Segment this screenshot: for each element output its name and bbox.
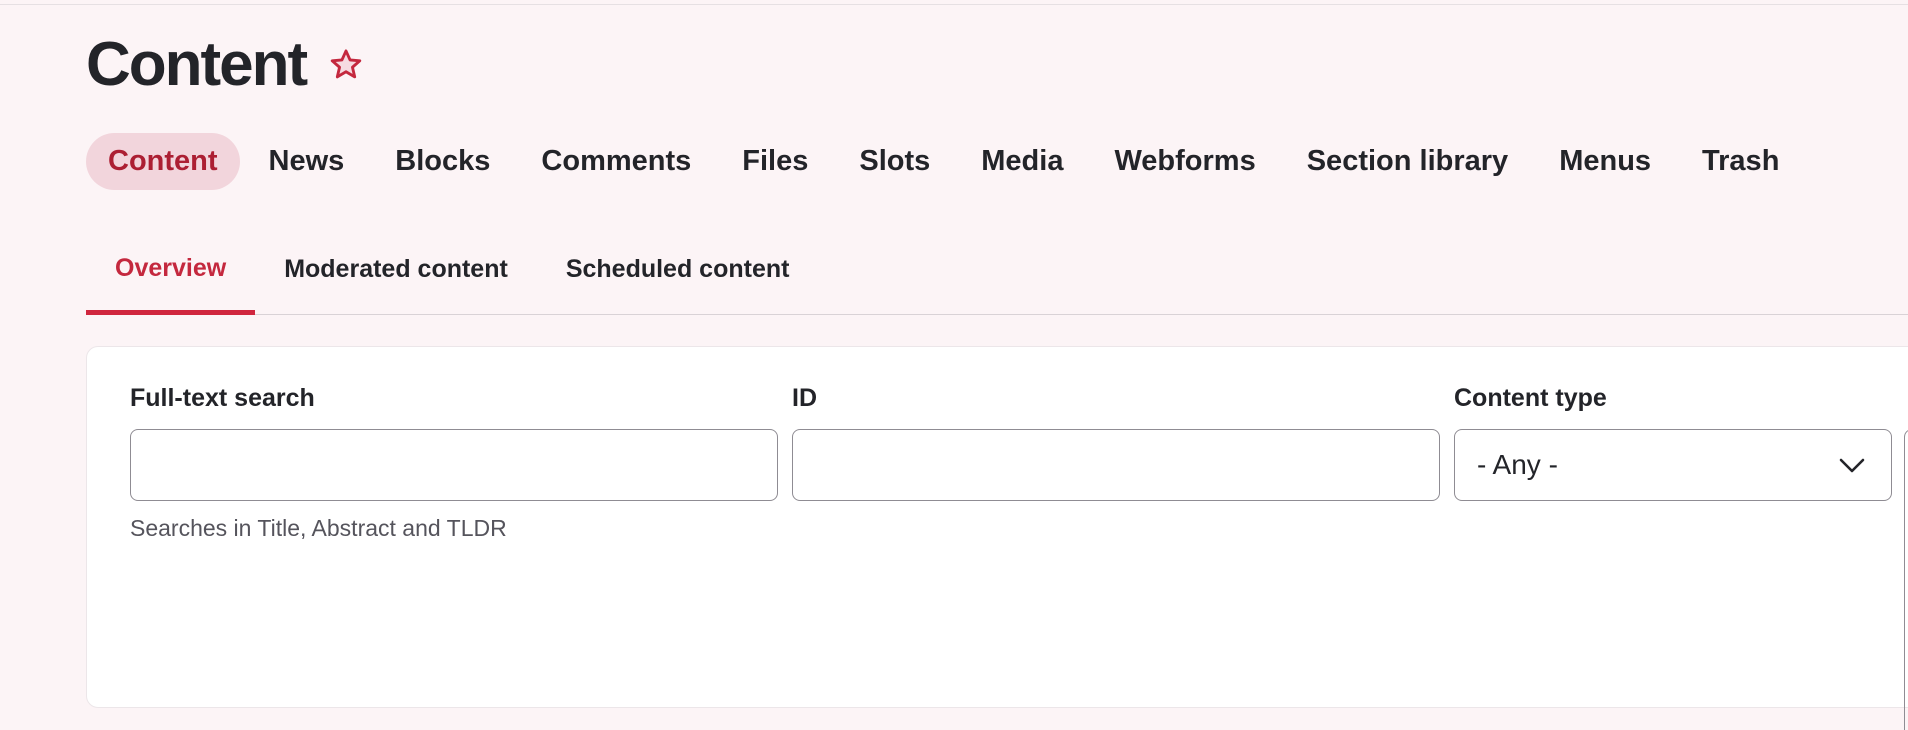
secondary-tabs: Overview Moderated content Scheduled con… (86, 238, 1908, 315)
tab-news[interactable]: News (247, 133, 367, 190)
subtab-overview[interactable]: Overview (86, 238, 256, 315)
tab-menus[interactable]: Menus (1537, 133, 1673, 190)
chevron-down-icon (1839, 449, 1865, 481)
tab-slots[interactable]: Slots (837, 133, 952, 190)
subtab-scheduled-content[interactable]: Scheduled content (537, 238, 819, 300)
content-type-label: Content type (1454, 384, 1607, 412)
fulltext-search-label: Full-text search (130, 384, 315, 412)
tab-webforms[interactable]: Webforms (1092, 133, 1277, 190)
tab-media[interactable]: Media (959, 133, 1085, 190)
id-input[interactable] (792, 429, 1440, 501)
tab-blocks[interactable]: Blocks (373, 133, 512, 190)
content-type-select[interactable]: - Any - (1454, 429, 1892, 501)
page-header: Content (86, 30, 366, 100)
next-filter-input-partial[interactable] (1904, 429, 1908, 730)
tab-files[interactable]: Files (720, 133, 830, 190)
tab-content[interactable]: Content (86, 133, 240, 190)
tab-comments[interactable]: Comments (519, 133, 713, 190)
content-type-selected-value: - Any - (1477, 449, 1558, 480)
fulltext-search-description: Searches in Title, Abstract and TLDR (130, 515, 507, 541)
top-divider (0, 4, 1908, 5)
fulltext-search-input[interactable] (130, 429, 778, 501)
tab-section-library[interactable]: Section library (1285, 133, 1530, 190)
page-title: Content (86, 30, 308, 99)
tab-trash[interactable]: Trash (1680, 133, 1801, 190)
primary-tabs: Content News Blocks Comments Files Slots… (86, 133, 1808, 190)
subtab-moderated-content[interactable]: Moderated content (255, 238, 537, 300)
favorite-star-icon[interactable] (326, 45, 366, 85)
id-label: ID (792, 384, 817, 412)
filter-form: Full-text search Searches in Title, Abst… (86, 346, 1908, 730)
